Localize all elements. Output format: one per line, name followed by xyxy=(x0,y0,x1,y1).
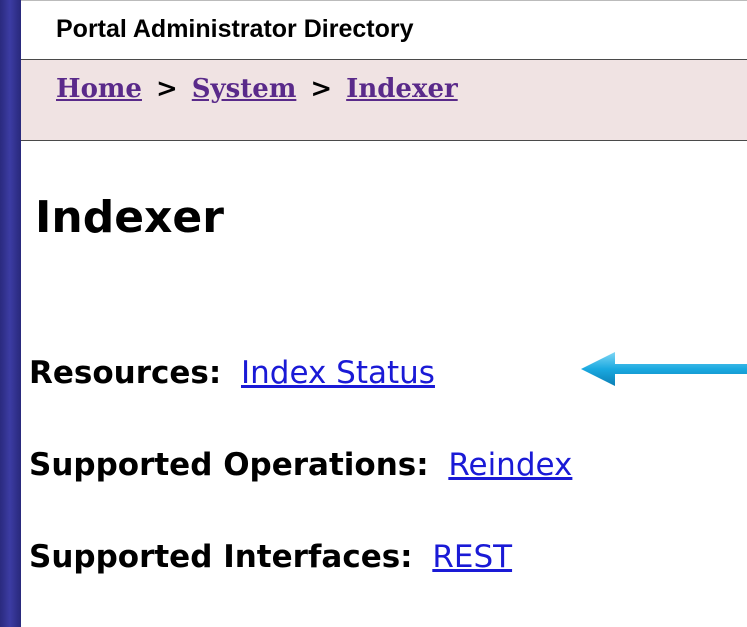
reindex-link[interactable]: Reindex xyxy=(448,447,572,483)
directory-title: Portal Administrator Directory xyxy=(56,15,414,43)
resources-label: Resources: xyxy=(29,355,222,391)
supported-interfaces-label: Supported Interfaces: xyxy=(29,539,413,575)
supported-operations-row: Supported Operations: Reindex xyxy=(29,447,572,483)
admin-directory-panel: Portal Administrator Directory Home > Syst… xyxy=(21,0,747,627)
breadcrumb-home-link[interactable]: Home xyxy=(56,74,142,104)
supported-interfaces-row: Supported Interfaces: REST xyxy=(29,539,512,575)
breadcrumb: Home > System > Indexer xyxy=(56,74,458,104)
rest-link[interactable]: REST xyxy=(432,539,512,575)
breadcrumb-system-link[interactable]: System xyxy=(192,74,297,104)
supported-operations-label: Supported Operations: xyxy=(29,447,429,483)
callout-arrow-icon xyxy=(581,352,747,386)
breadcrumb-indexer-link[interactable]: Indexer xyxy=(346,74,458,104)
index-status-link[interactable]: Index Status xyxy=(241,355,435,391)
breadcrumb-separator: > xyxy=(155,74,178,104)
resources-row: Resources: Index Status xyxy=(29,355,435,391)
breadcrumb-bar: Home > System > Indexer xyxy=(21,59,747,141)
breadcrumb-separator: > xyxy=(310,74,333,104)
page-title: Indexer xyxy=(35,192,224,243)
directory-header: Portal Administrator Directory xyxy=(21,0,747,59)
